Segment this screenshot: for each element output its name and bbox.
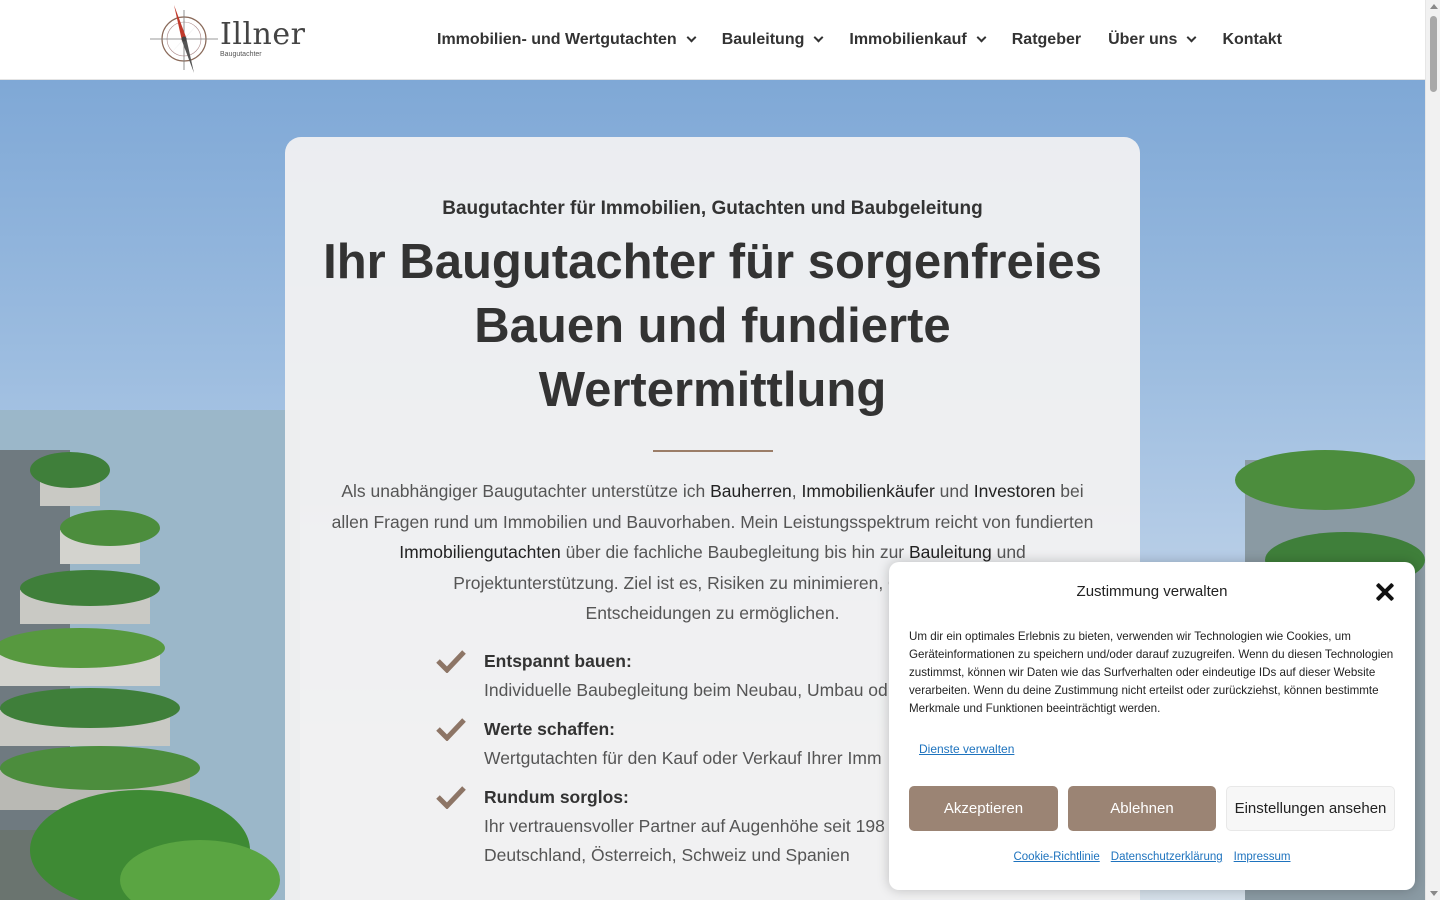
main-nav: Immobilien- und Wertgutachten Bauleitung… <box>437 0 1282 80</box>
link-immobilienkaeufer[interactable]: Immobilienkäufer <box>802 481 935 501</box>
benefit-text: Ihr vertrauensvoller Partner auf Augenhö… <box>484 816 885 836</box>
hero-eyebrow: Baugutachter für Immobilien, Gutachten u… <box>442 198 983 219</box>
link-bauherren[interactable]: Bauherren <box>710 481 792 501</box>
link-investoren[interactable]: Investoren <box>974 481 1056 501</box>
cookie-footer-links: Cookie-Richtlinie Datenschutzerklärung I… <box>889 851 1415 863</box>
lead-text: , <box>791 481 802 501</box>
chevron-down-icon <box>1186 32 1197 43</box>
link-bauleitung[interactable]: Bauleitung <box>909 542 992 562</box>
chevron-down-icon <box>686 32 697 43</box>
deny-button[interactable]: Ablehnen <box>1068 786 1216 831</box>
check-icon <box>435 649 471 705</box>
scroll-down-icon[interactable] <box>1430 891 1438 896</box>
benefit-title: Werte schaffen: <box>484 719 615 739</box>
nav-label: Über uns <box>1108 31 1178 48</box>
accept-button[interactable]: Akzeptieren <box>909 786 1058 831</box>
chevron-down-icon <box>976 32 987 43</box>
cookie-policy-link[interactable]: Cookie-Richtlinie <box>1013 851 1099 863</box>
check-icon <box>435 785 471 870</box>
nav-label: Immobilienkauf <box>849 31 967 48</box>
scroll-up-icon[interactable] <box>1430 4 1438 9</box>
benefit-title: Rundum sorglos: <box>484 787 629 807</box>
hero-background-building-image <box>0 410 300 900</box>
manage-services-link[interactable]: Dienste verwalten <box>919 742 1014 756</box>
imprint-link[interactable]: Impressum <box>1234 851 1291 863</box>
nav-item-bauleitung[interactable]: Bauleitung <box>721 31 824 49</box>
hero-title: Ihr Baugutachter für sorgenfreies Bauen … <box>323 235 1102 417</box>
logo-name: Illner <box>220 17 306 52</box>
nav-item-ueber-uns[interactable]: Über uns <box>1108 31 1197 49</box>
chevron-down-icon <box>813 32 824 43</box>
nav-item-gutachten[interactable]: Immobilien- und Wertgutachten <box>437 31 697 49</box>
logo-subtitle: Baugutachter <box>220 51 262 58</box>
nav-item-immobilienkauf[interactable]: Immobilienkauf <box>849 31 987 49</box>
site-header: Illner Baugutachter Immobilien- und Wert… <box>0 0 1425 80</box>
lead-text: und <box>934 481 974 501</box>
title-divider <box>652 450 773 452</box>
benefit-text: Individuelle Baubegleitung beim Neubau, … <box>484 680 888 700</box>
close-icon[interactable] <box>1375 582 1395 602</box>
benefit-text: Deutschland, Österreich, Schweiz und Spa… <box>484 845 850 865</box>
benefit-text: Wertgutachten für den Kauf oder Verkauf … <box>484 748 882 768</box>
scrollbar-thumb[interactable] <box>1430 16 1437 92</box>
cookie-consent-dialog: Zustimmung verwalten Um dir ein optimale… <box>889 562 1415 890</box>
nav-item-ratgeber[interactable]: Ratgeber <box>1012 31 1081 49</box>
view-settings-button[interactable]: Einstellungen ansehen <box>1226 786 1395 831</box>
nav-label: Kontakt <box>1222 31 1282 48</box>
cookie-dialog-title: Zustimmung verwalten <box>1076 583 1228 600</box>
benefit-title: Entspannt bauen: <box>484 651 632 671</box>
nav-label: Bauleitung <box>721 31 805 48</box>
lead-text: Entscheidungen zu ermöglichen. <box>585 603 840 623</box>
compass-logo-icon <box>150 5 218 73</box>
nav-label: Immobilien- und Wertgutachten <box>437 31 677 48</box>
nav-label: Ratgeber <box>1011 31 1082 48</box>
page-scrollbar[interactable] <box>1425 0 1440 900</box>
lead-text: über die fachliche Baubegleitung bis hin… <box>560 542 909 562</box>
lead-text: Als unabhängiger Baugutachter unterstütz… <box>341 481 711 501</box>
privacy-policy-link[interactable]: Datenschutzerklärung <box>1111 851 1223 863</box>
link-immobiliengutachten[interactable]: Immobiliengutachten <box>399 542 560 562</box>
cookie-dialog-text: Um dir ein optimales Erlebnis zu bieten,… <box>909 630 1394 715</box>
check-icon <box>435 717 471 773</box>
logo[interactable]: Illner Baugutachter <box>146 2 316 76</box>
nav-item-kontakt[interactable]: Kontakt <box>1222 31 1282 49</box>
